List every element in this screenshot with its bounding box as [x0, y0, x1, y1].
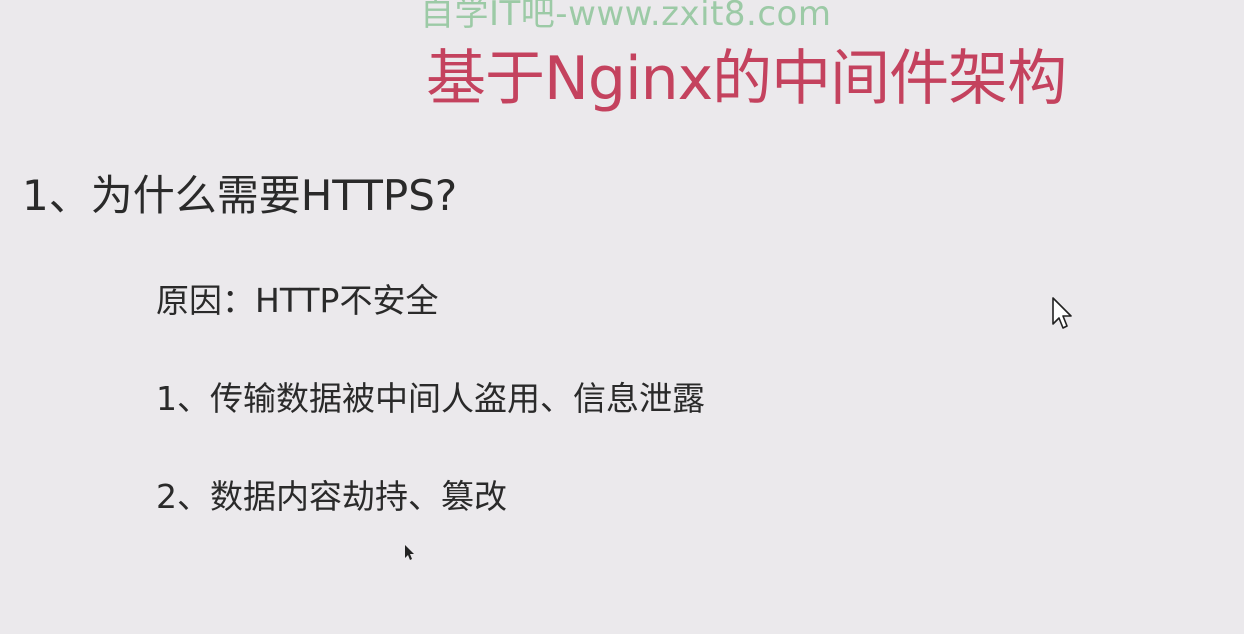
- question-heading: 1、为什么需要HTTPS?: [22, 171, 458, 220]
- mouse-pointer-icon: [405, 545, 414, 560]
- presentation-slide: 自学IT吧-www.zxit8.com 基于Nginx的中间件架构 1、为什么需…: [0, 0, 1244, 634]
- mouse-pointer-icon: [1052, 297, 1072, 329]
- list-item: 2、数据内容劫持、篡改: [156, 477, 507, 516]
- slide-title: 基于Nginx的中间件架构: [426, 44, 1067, 114]
- list-item: 1、传输数据被中间人盗用、信息泄露: [156, 379, 705, 418]
- reason-line: 原因：HTTP不安全: [156, 281, 439, 320]
